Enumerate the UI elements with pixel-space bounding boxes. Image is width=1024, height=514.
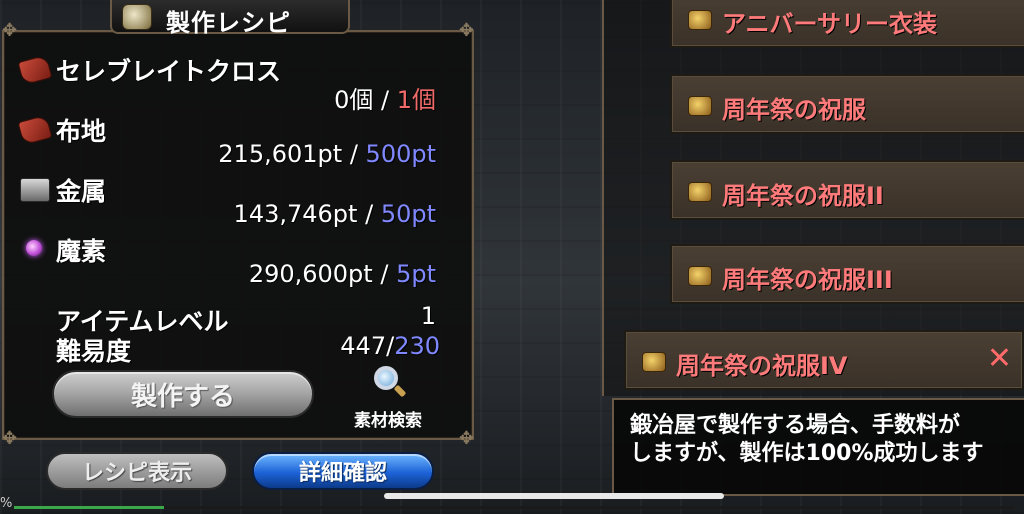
list-item-label: 周年祭の祝服II xyxy=(722,182,884,210)
list-item-label: アニバーサリー衣装 xyxy=(722,10,938,38)
treasure-bag-icon xyxy=(688,96,712,116)
item-level-value: 1 xyxy=(420,302,436,330)
material-name: 布地 xyxy=(56,117,107,146)
list-item[interactable]: アニバーサリー衣装 xyxy=(670,0,1024,48)
mana-orb-icon xyxy=(26,240,42,256)
panel-corner-ornament: ✥ xyxy=(2,428,18,449)
progress-percent-label: % xyxy=(0,496,13,511)
progress-fill xyxy=(14,506,164,509)
material-name: 魔素 xyxy=(56,237,107,266)
anvil-crafting-icon xyxy=(122,4,152,30)
list-item[interactable]: 周年祭の祝服III xyxy=(670,244,1024,304)
progress-track xyxy=(14,506,1014,509)
description-text: 鍛冶屋で製作する場合、手数料が しますが、製作は100%成功します xyxy=(630,413,984,466)
craft-button[interactable]: 製作する xyxy=(52,370,314,418)
panel-corner-ornament: ✥ xyxy=(458,20,474,41)
list-item-label: 周年祭の祝服IV xyxy=(676,352,848,380)
material-count: 290,600pt / 5pt xyxy=(248,260,436,288)
difficulty-label: 難易度 xyxy=(56,337,132,366)
treasure-bag-icon xyxy=(688,266,712,286)
material-count: 215,601pt / 500pt xyxy=(218,140,436,168)
home-indicator[interactable] xyxy=(384,493,724,499)
recipe-title: 製作レシピ xyxy=(166,9,291,37)
list-item-label: 周年祭の祝服III xyxy=(722,266,893,294)
list-item-selected[interactable]: 周年祭の祝服IV ✕ xyxy=(624,330,1024,390)
treasure-bag-icon xyxy=(642,352,666,372)
material-count: 0個 / 1個 xyxy=(334,86,436,114)
material-search-button[interactable]: 素材検索 xyxy=(354,406,422,431)
description-box: 鍛冶屋で製作する場合、手数料が しますが、製作は100%成功します xyxy=(612,398,1024,496)
material-name: 金属 xyxy=(56,177,107,206)
close-icon[interactable]: ✕ xyxy=(987,344,1012,374)
treasure-bag-icon xyxy=(688,182,712,202)
list-item-label: 周年祭の祝服 xyxy=(722,96,866,124)
show-recipe-button[interactable]: レシピ表示 xyxy=(46,452,228,490)
difficulty-value: 447/230 xyxy=(340,332,440,360)
material-count: 143,746pt / 50pt xyxy=(233,200,436,228)
treasure-bag-icon xyxy=(688,10,712,30)
metal-chest-icon xyxy=(20,178,50,202)
panel-corner-ornament: ✥ xyxy=(2,20,18,41)
list-item[interactable]: 周年祭の祝服 xyxy=(670,74,1024,134)
list-item[interactable]: 周年祭の祝服II xyxy=(670,160,1024,220)
panel-corner-ornament: ✥ xyxy=(458,428,474,449)
detail-confirm-button[interactable]: 詳細確認 xyxy=(252,452,434,490)
